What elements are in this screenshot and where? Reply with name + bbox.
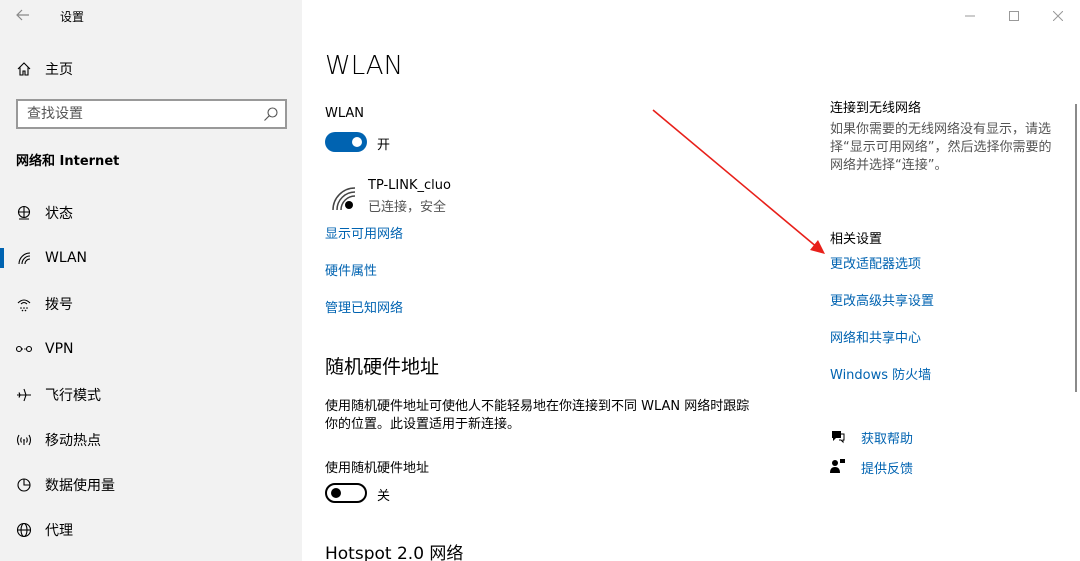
change-adapter-options-link[interactable]: 更改适配器选项 [830, 253, 921, 272]
manage-known-networks-link[interactable]: 管理已知网络 [325, 297, 403, 316]
window-title: 设置 [60, 10, 85, 24]
feedback-link[interactable]: 提供反馈 [861, 458, 913, 477]
show-available-networks-link[interactable]: 显示可用网络 [325, 223, 403, 242]
minimize-icon [965, 15, 975, 17]
search-input[interactable] [18, 101, 258, 127]
window-controls [948, 0, 1080, 32]
vpn-icon [14, 339, 34, 359]
airplane-icon [14, 385, 34, 405]
related-settings-title: 相关设置 [830, 232, 883, 247]
wlan-label: WLAN [325, 106, 365, 121]
minimize-button[interactable] [948, 0, 992, 32]
feedback-person-icon [830, 458, 846, 474]
network-status: 已连接，安全 [368, 200, 447, 215]
advanced-sharing-link[interactable]: 更改高级共享设置 [830, 290, 934, 309]
dialup-icon [14, 294, 34, 314]
scrollbar[interactable] [1075, 104, 1077, 392]
sidebar-item-vpn[interactable]: VPN [0, 329, 302, 369]
data-usage-icon [14, 475, 34, 495]
toggle-knob [352, 137, 362, 147]
sidebar-item-label: VPN [45, 341, 74, 357]
sidebar-item-label: 移动热点 [45, 433, 101, 449]
back-button[interactable] [12, 4, 34, 26]
sidebar: 设置 主页 网络和 Internet 状态 WLAN 拨号 [0, 0, 302, 561]
maximize-icon [1009, 11, 1019, 21]
get-help-row[interactable]: 获取帮助 [830, 426, 1030, 448]
sidebar-item-label: 拨号 [45, 297, 73, 313]
sidebar-item-proxy[interactable]: 代理 [0, 510, 302, 550]
sidebar-section-title: 网络和 Internet [16, 154, 120, 169]
feedback-row[interactable]: 提供反馈 [830, 456, 1030, 478]
sidebar-item-hotspot[interactable]: 移动热点 [0, 420, 302, 460]
random-mac-toggle[interactable] [325, 483, 367, 503]
page-title: WLAN [325, 51, 404, 81]
hotspot-icon [14, 430, 34, 450]
wlan-toggle[interactable] [325, 132, 367, 152]
connected-network[interactable]: TP-LINK_cluo 已连接，安全 [325, 176, 525, 216]
home-icon [14, 59, 34, 79]
sidebar-item-wlan[interactable]: WLAN [0, 238, 302, 278]
search-icon[interactable] [263, 106, 279, 122]
sidebar-item-label: WLAN [45, 250, 88, 266]
sidebar-item-dialup[interactable]: 拨号 [0, 284, 302, 324]
search-box [16, 99, 287, 129]
close-icon [1053, 11, 1063, 21]
globe-status-icon [14, 203, 34, 223]
sidebar-item-label: 主页 [45, 62, 73, 78]
arrow-left-icon [16, 9, 29, 21]
sidebar-item-label: 数据使用量 [45, 478, 115, 494]
wlan-toggle-state: 开 [377, 138, 391, 153]
close-button[interactable] [1036, 0, 1080, 32]
random-mac-toggle-label: 使用随机硬件地址 [325, 461, 430, 476]
random-mac-title: 随机硬件地址 [325, 356, 440, 378]
title-bar: 设置 [0, 0, 302, 32]
hotspot-title: Hotspot 2.0 网络 [325, 544, 464, 561]
wifi-signal-icon [329, 184, 357, 212]
hardware-properties-link[interactable]: 硬件属性 [325, 260, 377, 279]
sidebar-item-airplane[interactable]: 飞行模式 [0, 375, 302, 415]
toggle-knob [331, 488, 341, 498]
connect-wireless-desc: 如果你需要的无线网络没有显示，请选择“显示可用网络”，然后选择你需要的网络并选择… [830, 122, 1052, 173]
network-name: TP-LINK_cluo [368, 178, 451, 193]
sidebar-item-label: 飞行模式 [45, 388, 101, 404]
globe-icon [14, 520, 34, 540]
selection-indicator [0, 248, 4, 268]
random-mac-toggle-state: 关 [377, 489, 391, 504]
sidebar-item-status[interactable]: 状态 [0, 193, 302, 233]
get-help-link[interactable]: 获取帮助 [861, 428, 913, 447]
sidebar-item-data-usage[interactable]: 数据使用量 [0, 465, 302, 505]
connect-wireless-title: 连接到无线网络 [830, 101, 922, 116]
network-sharing-center-link[interactable]: 网络和共享中心 [830, 327, 921, 346]
sidebar-item-home[interactable]: 主页 [0, 54, 302, 84]
maximize-button[interactable] [992, 0, 1036, 32]
windows-firewall-link[interactable]: Windows 防火墙 [830, 364, 931, 383]
help-chat-icon [830, 428, 846, 444]
sidebar-item-label: 状态 [45, 206, 73, 222]
random-mac-description: 使用随机硬件地址可使他人不能轻易地在你连接到不同 WLAN 网络时跟踪你的位置。… [325, 399, 750, 432]
sidebar-item-label: 代理 [45, 523, 73, 539]
wifi-icon [14, 248, 34, 268]
